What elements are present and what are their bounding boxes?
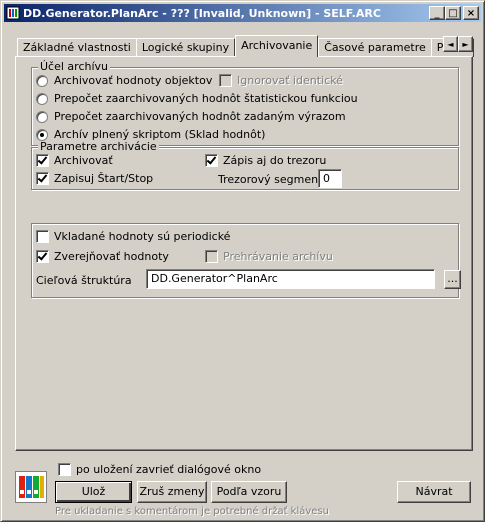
trezorovy-segment-label: Trezorový segment bbox=[218, 173, 323, 186]
archivovat-checkbox[interactable]: Archivovať bbox=[36, 154, 113, 167]
tab-logicke-skupiny[interactable]: Logické skupiny bbox=[135, 38, 236, 57]
browse-button[interactable]: ... bbox=[444, 270, 461, 289]
zrus-zmeny-button[interactable]: Zruš zmeny bbox=[137, 481, 207, 503]
close-button[interactable]: × bbox=[463, 6, 479, 20]
archivovat-label: Archivovať bbox=[54, 154, 113, 167]
zapisuj-start-stop-box[interactable] bbox=[36, 172, 49, 185]
title-bar[interactable]: DD.Generator.PlanArc - ??? [Invalid, Unk… bbox=[4, 4, 481, 22]
periodicke-label: Vkladané hodnoty sú periodické bbox=[54, 230, 231, 243]
dialog-window: DD.Generator.PlanArc - ??? [Invalid, Unk… bbox=[0, 0, 485, 522]
prehravanie-checkbox: Prehrávanie archívu bbox=[205, 250, 333, 263]
window-title: DD.Generator.PlanArc - ??? [Invalid, Unk… bbox=[23, 6, 381, 20]
radio-prepocet-statistickou-label: Prepočet zaarchivovaných hodnôt štatisti… bbox=[54, 92, 358, 105]
radio-prepocet-vyrazom-control[interactable] bbox=[36, 110, 48, 123]
tab-scroll-left-button[interactable]: ◄ bbox=[443, 36, 458, 52]
tab-casove-parametre[interactable]: Časové parametre bbox=[318, 38, 432, 57]
tab-strip: Základné vlastnosti Logické skupiny Arch… bbox=[17, 35, 474, 57]
zavriet-okno-label: po uložení zavrieť dialógové okno bbox=[76, 463, 262, 476]
zapisuj-start-stop-checkbox[interactable]: Zapisuj Štart/Stop bbox=[36, 172, 153, 185]
ignorovat-identicke-label: Ignorovať identické bbox=[237, 74, 343, 87]
ignorovat-identicke-checkbox: Ignorovať identické bbox=[219, 74, 343, 87]
app-icon bbox=[6, 6, 20, 20]
zapis-trezoru-label: Zápis aj do trezoru bbox=[223, 154, 327, 167]
radio-archivovat-hodnoty-control[interactable] bbox=[36, 74, 48, 87]
ignorovat-identicke-box bbox=[219, 74, 232, 87]
archive-binders-icon bbox=[15, 471, 47, 503]
radio-prepocet-statistickou-control[interactable] bbox=[36, 92, 48, 105]
zverejnovat-checkbox[interactable]: Zverejňovať hodnoty bbox=[36, 250, 169, 263]
periodicke-checkbox[interactable]: Vkladané hodnoty sú periodické bbox=[36, 230, 230, 243]
parametre-archivacie-group: Parametre archivácie Archivovať Zápis aj… bbox=[31, 141, 459, 190]
ukladanie-hint: Pre ukladanie s komentárom je potrebné d… bbox=[55, 506, 329, 517]
zapis-trezoru-checkbox[interactable]: Zápis aj do trezoru bbox=[205, 154, 326, 167]
archivovat-box[interactable] bbox=[36, 154, 49, 167]
zavriet-okno-box[interactable] bbox=[58, 463, 71, 476]
radio-archivovat-hodnoty[interactable]: Archivovať hodnoty objektov bbox=[36, 74, 212, 87]
maximize-button[interactable]: □ bbox=[445, 6, 461, 20]
ucel-archivu-group: Účel archívu Archivovať hodnoty objektov… bbox=[31, 61, 459, 146]
cielova-struktura-label: Cieľová štruktúra bbox=[36, 274, 132, 287]
ucel-archivu-legend: Účel archívu bbox=[38, 60, 110, 73]
cielova-struktura-input[interactable]: DD.Generator^PlanArc bbox=[146, 269, 435, 289]
zapisuj-start-stop-label: Zapisuj Štart/Stop bbox=[54, 172, 154, 185]
radio-archivovat-hodnoty-label: Archivovať hodnoty objektov bbox=[54, 74, 213, 87]
hodnoty-group: Vkladané hodnoty sú periodické Zverejňov… bbox=[31, 223, 461, 298]
uloz-button[interactable]: Ulož bbox=[55, 481, 132, 503]
radio-prepocet-statistickou[interactable]: Prepočet zaarchivovaných hodnôt štatisti… bbox=[36, 92, 358, 105]
zapis-trezoru-box[interactable] bbox=[205, 154, 218, 167]
tab-archivovanie[interactable]: Archivovanie bbox=[235, 35, 319, 57]
zverejnovat-label: Zverejňovať hodnoty bbox=[54, 250, 169, 263]
zverejnovat-box[interactable] bbox=[36, 250, 49, 263]
radio-prepocet-vyrazom[interactable]: Prepočet zaarchivovaných hodnôt zadaným … bbox=[36, 110, 346, 123]
minimize-button[interactable]: _ bbox=[429, 6, 445, 20]
zavriet-okno-checkbox[interactable]: po uložení zavrieť dialógové okno bbox=[58, 463, 261, 476]
parametre-archivacie-legend: Parametre archivácie bbox=[38, 140, 159, 153]
navrat-button[interactable]: Návrat bbox=[397, 481, 471, 503]
radio-archiv-skriptom-control[interactable] bbox=[36, 128, 48, 141]
podla-vzoru-button[interactable]: Podľa vzoru bbox=[211, 481, 287, 503]
periodicke-box[interactable] bbox=[36, 230, 49, 243]
tab-scroll-right-button[interactable]: ► bbox=[458, 36, 473, 52]
tab-panel-archivovanie: Účel archívu Archivovať hodnoty objektov… bbox=[15, 56, 473, 451]
prehravanie-label: Prehrávanie archívu bbox=[223, 250, 333, 263]
trezorovy-segment-input[interactable]: 0 bbox=[318, 169, 342, 188]
radio-prepocet-vyrazom-label: Prepočet zaarchivovaných hodnôt zadaným … bbox=[54, 110, 346, 123]
tab-zakladne-vlastnosti[interactable]: Základné vlastnosti bbox=[17, 38, 137, 57]
prehravanie-box bbox=[205, 250, 218, 263]
